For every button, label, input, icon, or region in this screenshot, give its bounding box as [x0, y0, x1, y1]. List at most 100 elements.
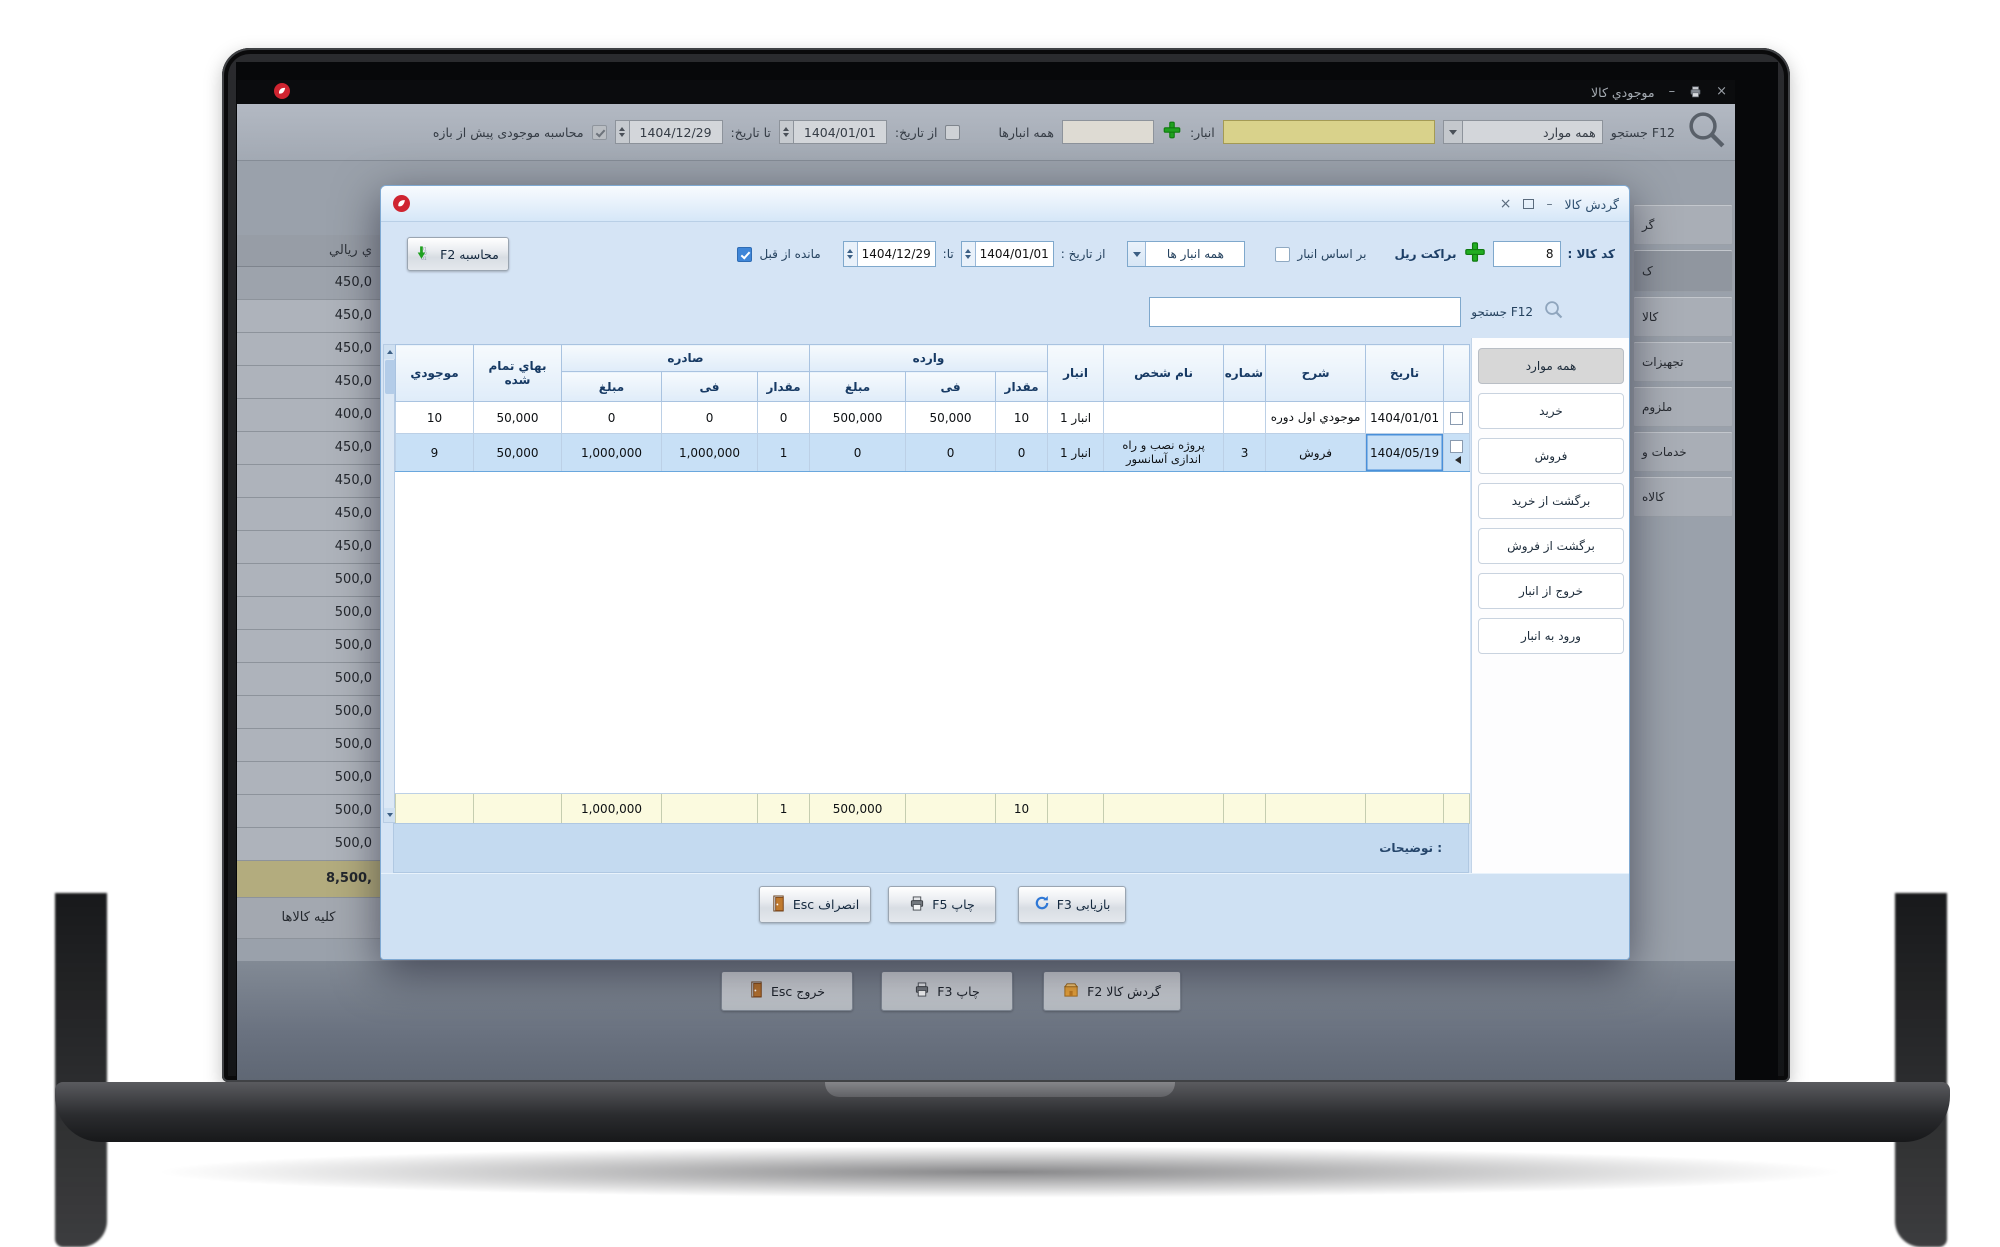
table-row[interactable]: 450,0: [237, 498, 380, 531]
all-goods-footer: كليه كالاها: [237, 898, 380, 939]
dialog-maximize-icon[interactable]: [1523, 199, 1534, 209]
dlg-from-date-label: از تاریخ :: [1061, 247, 1106, 261]
cell-out-qty: 1: [758, 434, 810, 472]
table-row[interactable]: 450,0: [237, 531, 380, 564]
table-row[interactable]: 500,0: [237, 663, 380, 696]
item-code-label: کد کالا :: [1568, 247, 1615, 261]
dialog-logo-icon: [393, 195, 410, 216]
table-row[interactable]: 500,0: [237, 762, 380, 795]
cancel-button-label: انصراف Esc: [793, 897, 859, 912]
from-date-spinner[interactable]: 1404/01/01: [779, 120, 887, 144]
dlg-from-date-spinner[interactable]: 1404/01/01: [961, 241, 1054, 267]
from-date-checkbox[interactable]: [945, 125, 960, 140]
sidebar-item[interactable]: خدمات و: [1633, 431, 1733, 472]
cancel-button[interactable]: انصراف Esc: [759, 886, 871, 923]
table-row[interactable]: 400,0: [237, 399, 380, 432]
spinner-arrows-icon[interactable]: [962, 242, 976, 266]
dialog-print-button[interactable]: چاپ F5: [888, 886, 996, 923]
filter-purchase-return[interactable]: برگشت از خرید: [1478, 483, 1624, 519]
prev-balance-checkbox[interactable]: [737, 247, 752, 262]
table-row[interactable]: 500,0: [237, 564, 380, 597]
dialog-close-icon[interactable]: ×: [1500, 199, 1512, 210]
spinner-arrows-icon[interactable]: [844, 242, 858, 266]
total-out-amount: 1,000,000: [562, 794, 662, 824]
sidebar-item-selected[interactable]: ک: [1633, 249, 1733, 292]
to-date-spinner[interactable]: 1404/12/29: [615, 120, 723, 144]
table-row[interactable]: 500,0: [237, 696, 380, 729]
close-icon[interactable]: ×: [1716, 86, 1727, 98]
table-row[interactable]: 450,0: [237, 333, 380, 366]
filter-warehouse-in[interactable]: ورود به انبار: [1478, 618, 1624, 654]
sidebar-item[interactable]: كالاه: [1633, 476, 1733, 517]
add-item-icon[interactable]: [1464, 241, 1486, 267]
cell-num: 3: [1224, 434, 1266, 472]
spinner-arrows-icon[interactable]: [780, 121, 794, 143]
calculate-icon: 011001: [417, 245, 433, 264]
retrieve-button[interactable]: بازیابی F3: [1018, 886, 1126, 923]
sidebar-item[interactable]: گر: [1633, 204, 1733, 245]
table-row-selected[interactable]: 1404/05/19 فروش 3 پروژه نصب و راه اندازی…: [396, 434, 1470, 472]
table-row[interactable]: 450,0: [237, 465, 380, 498]
col-header-in-amount: مبلغ: [810, 372, 906, 402]
refresh-icon: [1034, 895, 1050, 914]
table-row[interactable]: 500,0: [237, 729, 380, 762]
exit-button[interactable]: خروج Esc: [721, 971, 853, 1011]
chevron-down-icon[interactable]: [1444, 121, 1463, 143]
table-row[interactable]: 1404/01/01 موجودي اول دوره انبار 1 10 50…: [396, 402, 1470, 434]
filter-sale-return[interactable]: برگشت از فروش: [1478, 528, 1624, 564]
warehouse-combo[interactable]: همه انبار ها: [1127, 241, 1245, 267]
main-print-button[interactable]: چاپ F3: [881, 971, 1013, 1011]
table-row[interactable]: 500,0: [237, 795, 380, 828]
table-row[interactable]: 450,0: [237, 267, 380, 300]
cell-stock: 9: [396, 434, 474, 472]
item-turnover-button[interactable]: گردش کالا F2: [1043, 971, 1181, 1011]
table-row[interactable]: 500,0: [237, 630, 380, 663]
table-row[interactable]: 500,0: [237, 597, 380, 630]
sidebar-item[interactable]: ملزوم: [1633, 386, 1733, 427]
filter-sale[interactable]: فروش: [1478, 438, 1624, 474]
to-date-label: تا تاریخ:: [731, 125, 771, 140]
cell-out-qty: 0: [758, 402, 810, 434]
cell-in-amount: 500,000: [810, 402, 906, 434]
table-row[interactable]: 450,0: [237, 366, 380, 399]
dialog-titlebar: × – گردش كالا: [381, 186, 1629, 222]
sidebar-item[interactable]: تجهیزات: [1633, 341, 1733, 382]
all-warehouses-input[interactable]: [1062, 120, 1154, 144]
by-warehouse-checkbox[interactable]: [1275, 247, 1290, 262]
col-header-out-price: فی: [662, 372, 758, 402]
printer-icon: [914, 982, 930, 1000]
filter-warehouse-out[interactable]: خروج از انبار: [1478, 573, 1624, 609]
print-titlebar-icon[interactable]: [1689, 83, 1702, 102]
calculate-button[interactable]: محاسبه F2 011001: [407, 237, 509, 271]
add-warehouse-icon[interactable]: [1162, 120, 1182, 144]
table-row[interactable]: 450,0: [237, 300, 380, 333]
calc-before-range-checkbox[interactable]: [592, 125, 607, 140]
sidebar-item[interactable]: كالا: [1633, 296, 1733, 337]
warehouse-combo-value: همه انبار ها: [1146, 247, 1244, 261]
row-checkbox[interactable]: [1450, 440, 1463, 453]
vertical-scrollbar[interactable]: [383, 344, 395, 823]
chevron-down-icon[interactable]: [1128, 242, 1146, 266]
spinner-arrows-icon[interactable]: [616, 121, 630, 143]
col-header-stock: موجودي: [396, 345, 474, 402]
minimize-icon[interactable]: –: [1669, 86, 1676, 98]
row-checkbox[interactable]: [1450, 412, 1463, 425]
warehouse-input[interactable]: [1223, 120, 1435, 144]
main-print-button-label: چاپ F3: [937, 984, 979, 999]
dialog-search-input[interactable]: [1149, 297, 1461, 327]
scrollbar-thumb[interactable]: [385, 360, 395, 394]
item-code-input[interactable]: 8: [1493, 241, 1561, 267]
printer-icon: [909, 896, 925, 914]
laptop-base-shadow: [150, 1146, 1850, 1198]
laptop-shadow-left: [55, 893, 107, 1247]
by-warehouse-label: بر اساس انبار: [1297, 247, 1366, 261]
table-row[interactable]: 450,0: [237, 432, 380, 465]
dialog-minimize-icon[interactable]: –: [1546, 199, 1552, 210]
filter-all-items[interactable]: همه موارد: [1478, 348, 1624, 384]
main-filter-combo[interactable]: همه موارد: [1443, 120, 1603, 144]
group-header-outgoing: صادره: [562, 345, 810, 372]
filter-purchase[interactable]: خرید: [1478, 393, 1624, 429]
laptop-base-notch: [825, 1082, 1175, 1097]
dlg-to-date-spinner[interactable]: 1404/12/29: [843, 241, 936, 267]
table-row[interactable]: 500,0: [237, 828, 380, 861]
